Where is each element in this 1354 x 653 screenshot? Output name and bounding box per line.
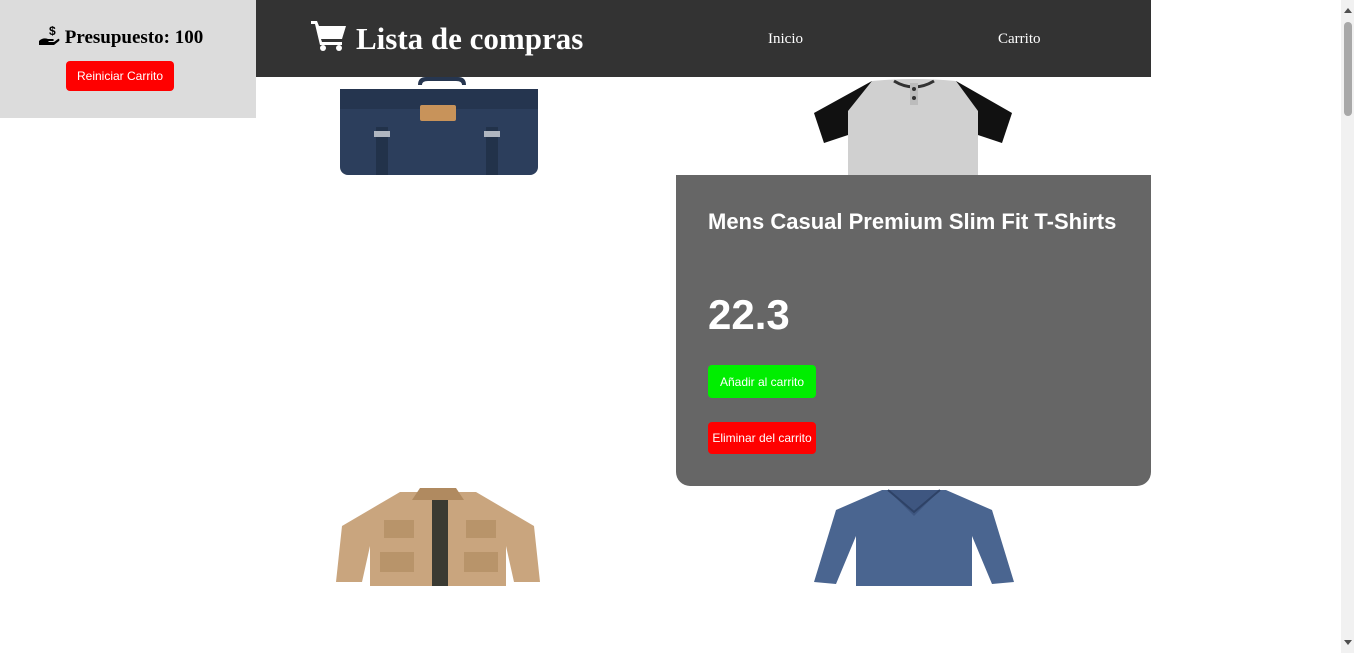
product-image-longsleeve-shirt[interactable] bbox=[812, 486, 1016, 586]
product-detail-card: Mens Casual Premium Slim Fit T-Shirts 22… bbox=[676, 175, 1151, 486]
nav-carrito-link[interactable]: Carrito bbox=[998, 31, 1041, 48]
product-price: 22.3 bbox=[708, 291, 790, 338]
scroll-thumb[interactable] bbox=[1344, 22, 1352, 116]
product-image-tshirt[interactable] bbox=[812, 77, 1016, 177]
shopping-cart-icon bbox=[310, 18, 348, 60]
remove-from-cart-button[interactable]: Eliminar del carrito bbox=[708, 422, 816, 454]
budget-label: Presupuesto: 100 bbox=[64, 27, 204, 48]
budget-panel: $ Presupuesto: 100 Reiniciar Carrito bbox=[0, 0, 256, 118]
add-to-cart-button[interactable]: Añadir al carrito bbox=[708, 365, 816, 398]
product-image-backpack[interactable] bbox=[336, 77, 540, 177]
product-image-jacket[interactable] bbox=[336, 486, 540, 586]
brand: Lista de compras bbox=[310, 18, 583, 60]
nav-inicio-link[interactable]: Inicio bbox=[768, 31, 803, 48]
product-title: Mens Casual Premium Slim Fit T-Shirts bbox=[708, 209, 1117, 234]
budget-title: $ Presupuesto: 100 bbox=[0, 24, 240, 52]
scroll-up-icon[interactable] bbox=[1344, 8, 1352, 13]
vertical-scrollbar[interactable] bbox=[1341, 0, 1354, 653]
svg-text:$: $ bbox=[49, 24, 56, 38]
scroll-down-icon[interactable] bbox=[1344, 640, 1352, 645]
hand-money-icon: $ bbox=[37, 24, 61, 52]
page-title: Lista de compras bbox=[356, 21, 584, 56]
header: Lista de compras Inicio Carrito bbox=[256, 0, 1151, 77]
reset-cart-button[interactable]: Reiniciar Carrito bbox=[66, 61, 174, 91]
